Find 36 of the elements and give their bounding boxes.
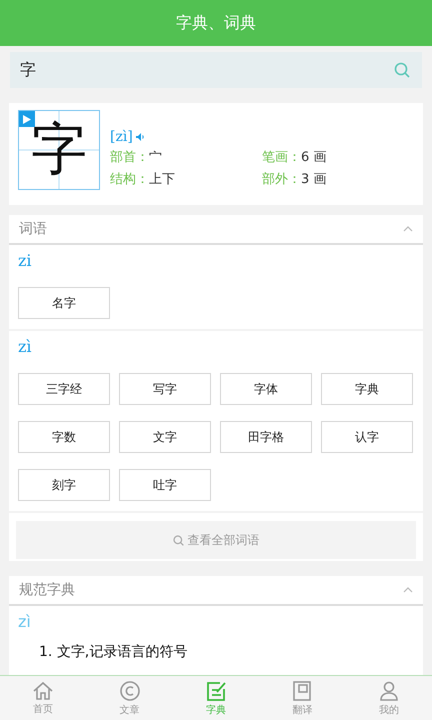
play-icon <box>23 114 31 124</box>
section-title: 规范字典 <box>19 581 75 599</box>
word-button[interactable]: 字数 <box>18 421 110 453</box>
page-title: 字典、词典 <box>176 12 256 34</box>
speaker-icon[interactable] <box>136 132 145 140</box>
home-icon <box>32 680 54 700</box>
word-button[interactable]: 写字 <box>119 373 211 405</box>
character-glyph: 字 <box>31 116 87 184</box>
pinyin: [zì] <box>110 128 133 144</box>
word-button[interactable]: 文字 <box>119 421 211 453</box>
collapse-icon[interactable] <box>403 226 413 232</box>
pinyin-heading: zì <box>18 337 33 358</box>
word-button[interactable]: 田字格 <box>220 421 312 453</box>
word-button[interactable]: 三字经 <box>18 373 110 405</box>
copyright-icon <box>118 680 141 702</box>
search-icon[interactable] <box>394 62 410 78</box>
edit-icon <box>205 680 228 702</box>
section-title: 词语 <box>19 220 47 238</box>
word-button[interactable]: 名字 <box>18 287 110 319</box>
pinyin-heading: zi <box>18 251 33 272</box>
search-icon <box>172 534 184 546</box>
word-button[interactable]: 字体 <box>220 373 312 405</box>
word-button[interactable]: 认字 <box>321 421 413 453</box>
pinyin-heading: zì <box>17 611 32 633</box>
collapse-icon[interactable] <box>403 587 413 593</box>
character-attribute: 结构：上下 <box>110 170 176 188</box>
user-icon <box>378 680 400 702</box>
book-icon <box>291 680 314 702</box>
word-button[interactable]: 字典 <box>321 373 413 405</box>
word-button[interactable]: 刻字 <box>18 469 110 501</box>
search-field[interactable]: 字 <box>10 52 422 88</box>
character-attribute: 部外：3 画 <box>262 170 328 188</box>
definition-text: 1. 文字,记录语言的符号 <box>38 643 188 662</box>
word-button[interactable]: 吐字 <box>119 469 211 501</box>
character-attribute: 笔画：6 画 <box>262 148 328 166</box>
character-attribute: 部首：宀 <box>110 148 163 166</box>
